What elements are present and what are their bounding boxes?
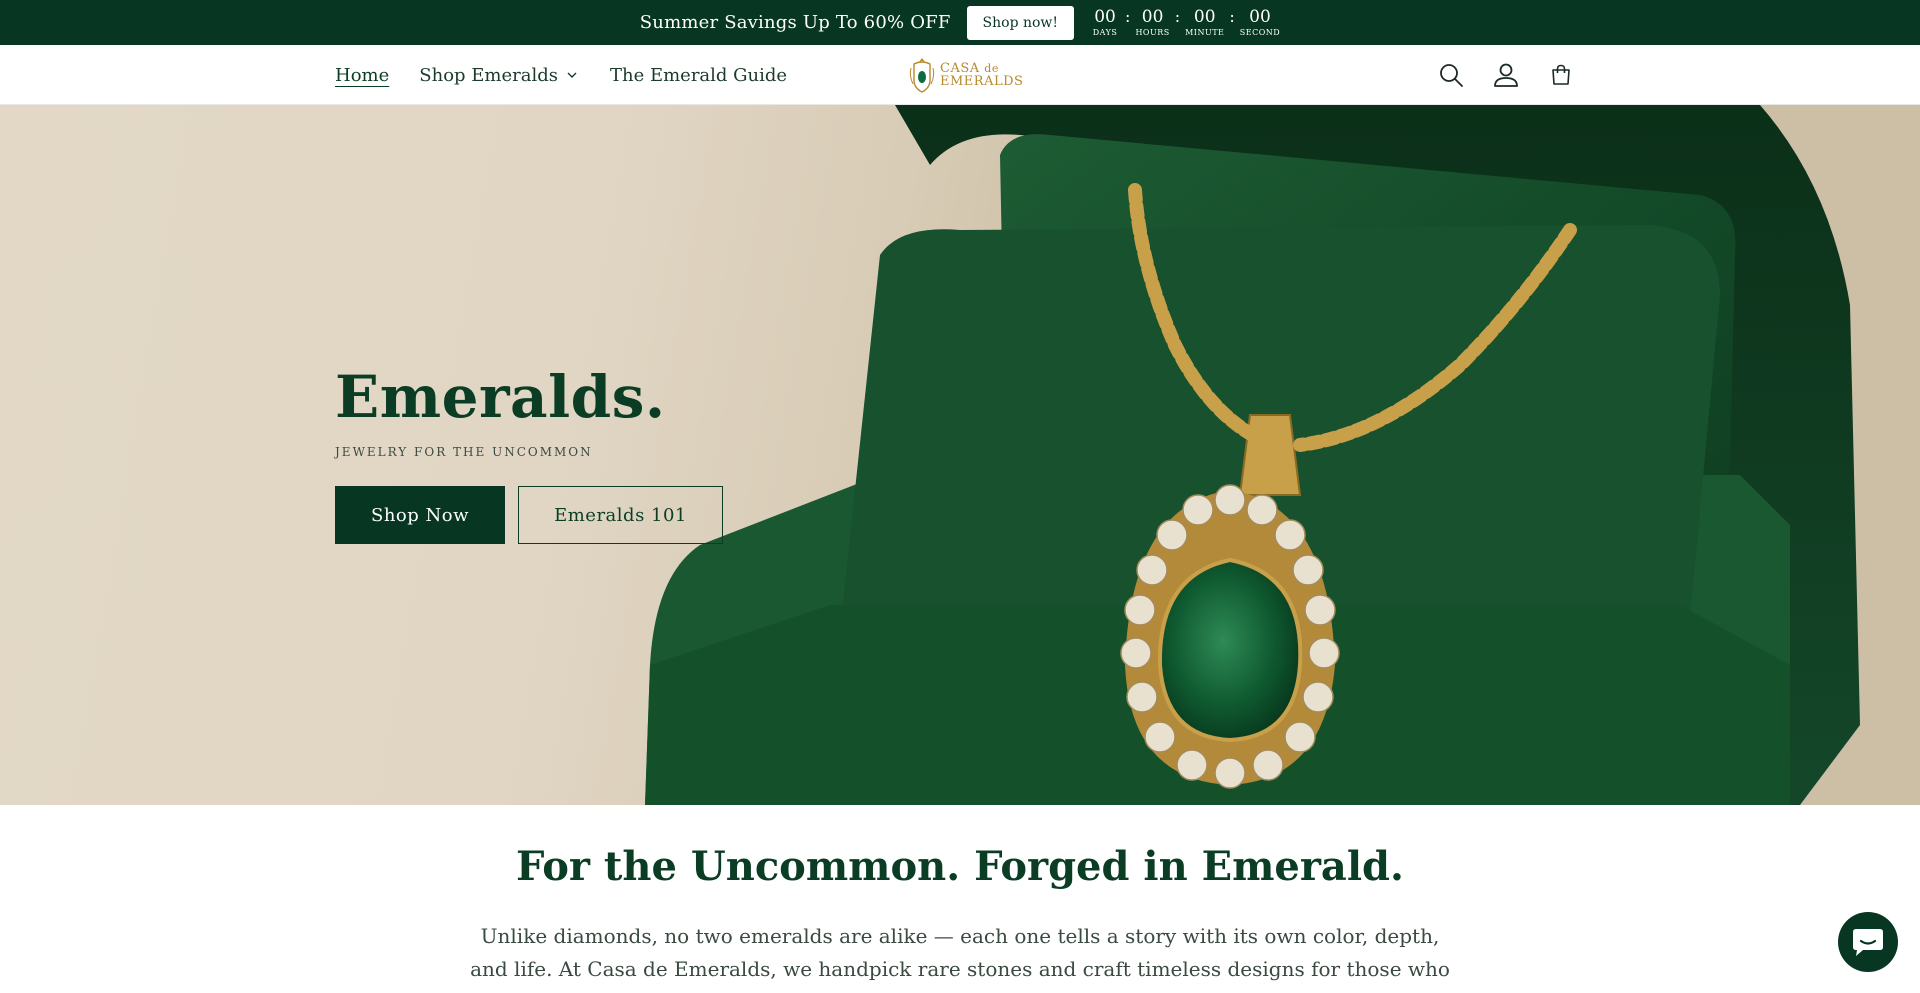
account-button[interactable]	[1491, 60, 1521, 90]
logo-line-2: EMERALDS	[940, 74, 1024, 89]
hero-banner: Emeralds. JEWELRY FOR THE UNCOMMON Shop …	[0, 105, 1920, 805]
countdown-separator: :	[1229, 6, 1235, 26]
hero-title: Emeralds.	[335, 363, 666, 431]
shop-now-button[interactable]: Shop Now	[335, 486, 505, 544]
emeralds-101-button[interactable]: Emeralds 101	[518, 486, 723, 544]
countdown-days-label: DAYS	[1092, 27, 1118, 37]
countdown-separator: :	[1125, 6, 1131, 26]
intro-heading: For the Uncommon. Forged in Emerald.	[516, 843, 1404, 890]
cart-button[interactable]	[1546, 60, 1576, 90]
countdown-hours: 00 HOURS	[1135, 8, 1169, 38]
necklace-in-box-image	[645, 105, 1860, 805]
hero-subtitle: JEWELRY FOR THE UNCOMMON	[335, 445, 593, 459]
countdown-days: 00 DAYS	[1090, 8, 1120, 38]
nav-item-shop-emeralds[interactable]: Shop Emeralds	[419, 65, 580, 86]
countdown-separator: :	[1174, 6, 1181, 26]
countdown-days-value: 00	[1094, 6, 1116, 27]
site-header: Home Shop Emeralds The Emerald Guide CAS…	[0, 45, 1920, 105]
chat-bubble-icon	[1853, 929, 1883, 956]
logo-wordmark: CASA de EMERALDS	[940, 62, 1023, 88]
header-icons	[1436, 45, 1601, 105]
cart-icon	[1552, 64, 1570, 85]
countdown-hours-value: 00	[1141, 6, 1164, 27]
announcement-text: Summer Savings Up To 60% OFF	[639, 12, 951, 33]
main-nav: Home Shop Emeralds The Emerald Guide	[335, 45, 817, 105]
countdown-timer: 00 DAYS : 00 HOURS : 00 MINUTE : 00 SECO…	[1090, 6, 1280, 38]
countdown-hours-label: HOURS	[1135, 27, 1170, 37]
search-icon	[1440, 64, 1463, 87]
shop-now-announcement-button[interactable]: Shop now!	[966, 5, 1075, 40]
nav-item-home[interactable]: Home	[335, 65, 389, 86]
countdown-seconds: 00 SECOND	[1240, 8, 1280, 38]
chat-widget-button[interactable]	[1838, 912, 1898, 972]
search-button[interactable]	[1436, 60, 1466, 90]
countdown-seconds-value: 00	[1249, 6, 1271, 27]
nav-item-emerald-guide[interactable]: The Emerald Guide	[610, 65, 787, 86]
announcement-bar: Summer Savings Up To 60% OFF Shop now! 0…	[0, 0, 1920, 45]
countdown-minutes: 00 MINUTE	[1185, 8, 1224, 38]
chevron-down-icon	[567, 72, 577, 78]
countdown-minutes-label: MINUTE	[1185, 27, 1225, 37]
countdown-seconds-label: SECOND	[1239, 27, 1281, 37]
countdown-minutes-value: 00	[1193, 6, 1216, 27]
site-logo[interactable]: CASA de EMERALDS	[908, 55, 1023, 95]
announcement-content: Summer Savings Up To 60% OFF Shop now! 0…	[639, 5, 1280, 40]
crest-icon	[909, 58, 935, 93]
account-icon	[1494, 63, 1518, 87]
intro-body: Unlike diamonds, no two emeralds are ali…	[470, 924, 1450, 993]
nav-item-shop-emeralds-label: Shop Emeralds	[419, 64, 558, 86]
